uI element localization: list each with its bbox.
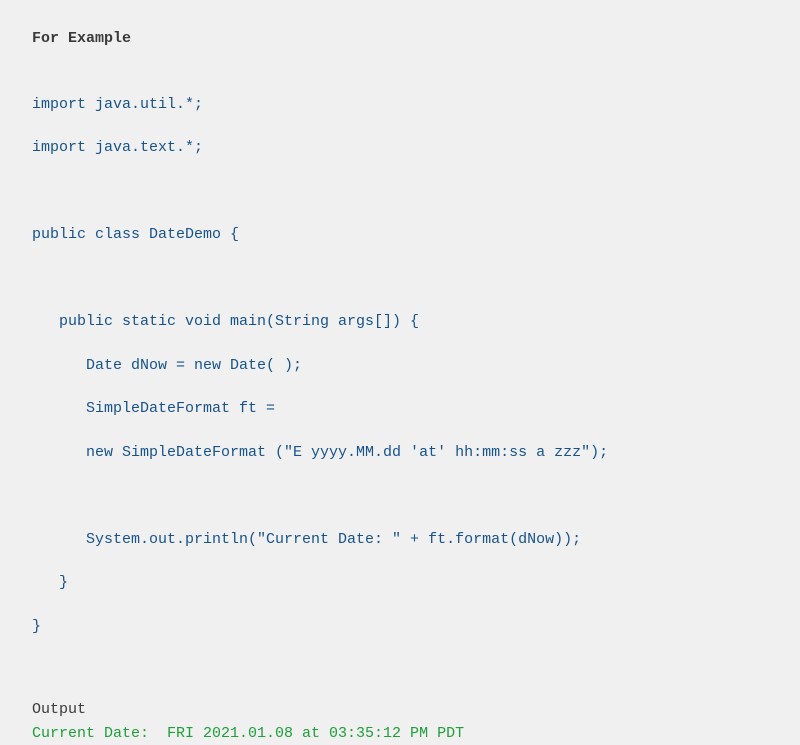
code-line: } (32, 616, 768, 638)
code-line: import java.text.*; (32, 137, 768, 159)
code-line: System.out.println("Current Date: " + ft… (32, 529, 768, 551)
output-line: Current Date: FRI 2021.01.08 at 03:35:12… (32, 723, 768, 745)
example-heading: For Example (32, 28, 768, 50)
code-line: public static void main(String args[]) { (32, 311, 768, 333)
code-line (32, 268, 768, 290)
code-line: import java.util.*; (32, 94, 768, 116)
output-heading: Output (32, 699, 768, 721)
code-block: import java.util.*; import java.text.*; … (32, 72, 768, 659)
code-line: public class DateDemo { (32, 224, 768, 246)
code-line: } (32, 572, 768, 594)
code-line (32, 485, 768, 507)
code-line (32, 181, 768, 203)
code-line: new SimpleDateFormat ("E yyyy.MM.dd 'at'… (32, 442, 768, 464)
code-line: SimpleDateFormat ft = (32, 398, 768, 420)
code-line: Date dNow = new Date( ); (32, 355, 768, 377)
